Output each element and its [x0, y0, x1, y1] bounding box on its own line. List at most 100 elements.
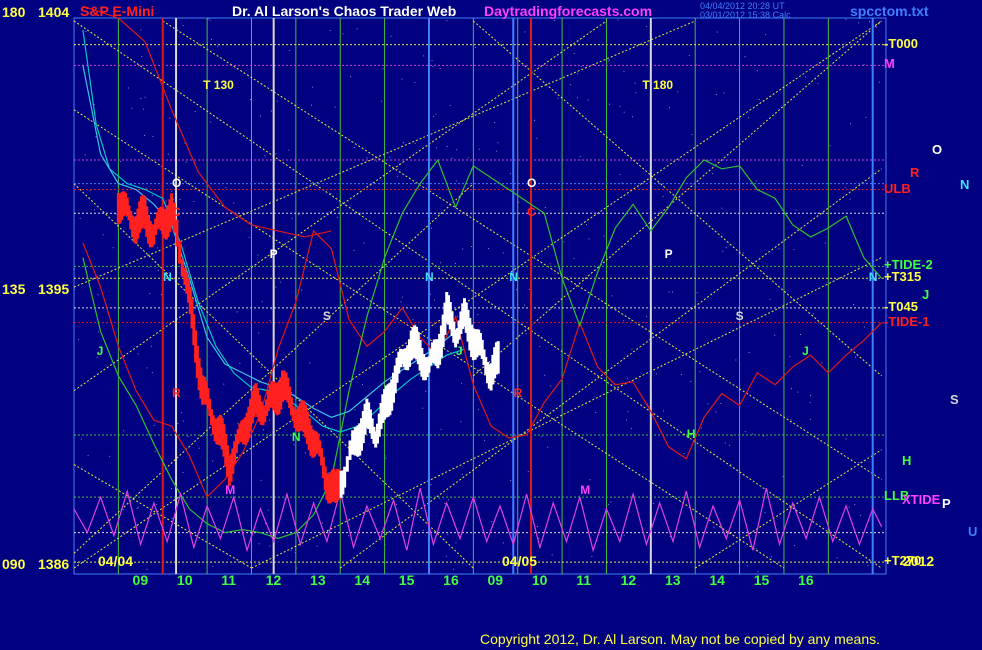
star-dot: [382, 68, 384, 70]
star-dot: [430, 227, 432, 229]
star-dot: [414, 81, 416, 83]
star-dot: [137, 353, 139, 355]
star-dot: [95, 136, 97, 138]
right-side-label: H: [902, 453, 912, 468]
star-dot: [136, 507, 138, 509]
star-dot: [626, 419, 627, 421]
star-dot: [97, 331, 99, 333]
star-dot: [260, 479, 262, 481]
star-dot: [366, 157, 368, 159]
star-dot: [715, 411, 717, 413]
star-dot: [534, 119, 535, 121]
star-dot: [432, 65, 434, 67]
star-dot: [845, 438, 847, 440]
diagonal-lines: [73, 20, 882, 569]
star-dot: [456, 149, 458, 151]
star-dot: [845, 19, 847, 20]
star-dot: [577, 73, 579, 75]
planet-marker: S: [322, 308, 331, 323]
star-dot: [460, 421, 462, 423]
star-dot: [348, 535, 350, 537]
star-dot: [109, 455, 111, 457]
star-dot: [271, 308, 273, 310]
star-dot: [626, 377, 628, 379]
star-dot: [475, 46, 477, 48]
star-dot: [677, 91, 679, 93]
star-dot: [171, 487, 172, 489]
star-dot: [607, 60, 609, 62]
star-dot: [623, 320, 625, 322]
star-dot: [261, 182, 262, 184]
star-dot: [363, 242, 365, 244]
star-dot: [653, 502, 655, 504]
planet-marker: M: [580, 483, 591, 498]
star-dot: [94, 209, 96, 211]
planet-marker: O: [172, 175, 182, 190]
star-dot: [579, 155, 581, 157]
star-dot: [668, 291, 670, 293]
star-dot: [233, 202, 235, 204]
right-side-label: P: [942, 496, 951, 511]
star-dot: [80, 438, 82, 440]
star-dot: [720, 403, 722, 404]
star-dot: [551, 554, 553, 556]
star-dot: [577, 97, 578, 99]
star-dot: [632, 116, 633, 118]
star-dot: [350, 76, 351, 78]
star-dot: [774, 334, 776, 336]
chart-canvas: [73, 5, 887, 575]
star-dot: [154, 451, 156, 453]
star-dot: [88, 119, 90, 121]
star-dot: [381, 100, 383, 102]
star-dot: [261, 301, 263, 303]
star-dot: [429, 293, 431, 295]
y-axis-bottom-price: 1386: [38, 556, 70, 572]
star-dot: [144, 96, 146, 98]
star-dot: [722, 250, 724, 252]
planet-marker: R: [513, 385, 523, 400]
planet-marker: N: [424, 270, 434, 285]
hour-tick-label: 12: [265, 572, 282, 588]
star-dot: [742, 252, 744, 254]
star-dot: [152, 136, 154, 137]
star-dot: [821, 362, 823, 364]
star-dot: [143, 135, 145, 136]
star-dot: [795, 209, 797, 211]
star-dot: [699, 371, 701, 373]
hour-tick-label: 15: [398, 572, 415, 588]
star-dot: [663, 410, 664, 412]
star-dot: [849, 198, 851, 200]
star-dot: [858, 22, 860, 24]
star-dot: [869, 20, 870, 22]
star-dot: [376, 160, 378, 162]
star-dot: [524, 31, 526, 33]
hour-tick-label: 11: [221, 572, 237, 588]
right-side-label: U: [968, 524, 978, 539]
star-dot: [672, 291, 673, 293]
planet-marker: N: [509, 270, 518, 285]
star-dot: [431, 60, 433, 61]
star-dot: [700, 427, 702, 429]
star-dot: [570, 84, 572, 86]
star-dot: [298, 343, 300, 345]
star-dot: [536, 526, 538, 527]
star-dot: [478, 148, 480, 150]
star-dot: [729, 444, 731, 446]
page-title: Dr. Al Larson's Chaos Trader Web: [232, 3, 457, 19]
star-dot: [138, 533, 140, 534]
star-dot: [145, 187, 147, 189]
star-dot: [627, 411, 629, 413]
star-dot: [116, 223, 117, 225]
star-dot: [380, 530, 382, 532]
level-label: ULB: [884, 180, 911, 196]
level-label: M: [884, 56, 895, 72]
star-dot: [311, 104, 312, 106]
site-link[interactable]: Daytradingforecasts.com: [484, 3, 652, 19]
calc-stamp: 03/01/2012 15:38 Calc: [700, 10, 791, 20]
horizontal-levels: [74, 44, 886, 563]
star-dot: [876, 26, 878, 28]
star-dot: [544, 374, 546, 376]
star-dot: [563, 241, 565, 243]
star-dot: [591, 555, 593, 557]
star-dot: [225, 187, 227, 188]
